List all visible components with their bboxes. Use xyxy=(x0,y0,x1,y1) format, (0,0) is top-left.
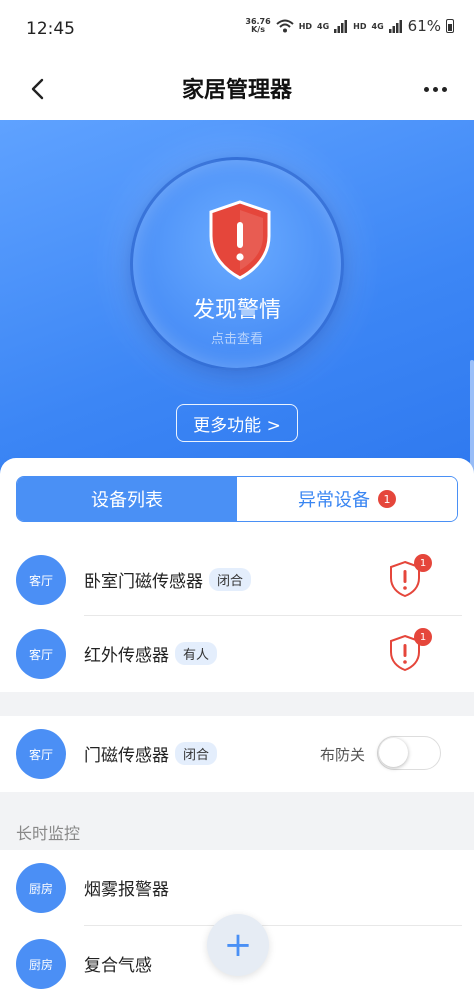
more-button[interactable] xyxy=(418,72,452,106)
add-device-button[interactable]: + xyxy=(207,914,269,976)
status-icons: 36.76 K/s HD 4G HD 4G 61% xyxy=(245,17,454,35)
device-name: 门磁传感器 闭合 xyxy=(84,741,218,766)
more-dot xyxy=(441,86,447,92)
alert-count-badge: 1 xyxy=(414,628,432,646)
alert-count-badge: 1 xyxy=(414,554,432,572)
arm-status-label: 布防关 xyxy=(320,746,366,764)
alert-status-text: 发现警情 xyxy=(192,298,281,323)
device-name: 卧室门磁传感器 闭合 xyxy=(84,567,252,592)
room-badge: 客厅 xyxy=(16,729,66,779)
network-speed: 36.76 K/s xyxy=(245,18,270,34)
device-alert-button[interactable]: 1 xyxy=(388,554,432,598)
status-tag: 有人 xyxy=(175,642,218,665)
device-name-text: 门磁传感器 xyxy=(84,746,169,766)
list-item[interactable]: 客厅 卧室门磁传感器 闭合 1 xyxy=(0,542,474,616)
device-alert-button[interactable]: 1 xyxy=(388,628,432,672)
nav-bar: 家居管理器 xyxy=(0,60,474,120)
alarm-device-list: 客厅 卧室门磁传感器 闭合 1 客厅 红外传感器 有人 1 xyxy=(0,542,474,692)
status-bar: 12:45 36.76 K/s HD 4G HD 4G 61% xyxy=(0,0,474,60)
status-tag: 闭合 xyxy=(175,742,218,765)
device-name-text: 红外传感器 xyxy=(84,646,169,666)
network-speed-unit: K/s xyxy=(251,25,265,34)
hd-label-2: HD xyxy=(353,21,367,31)
shield-alert-icon xyxy=(209,200,271,280)
page-title: 家居管理器 xyxy=(181,78,292,103)
device-name: 红外传感器 有人 xyxy=(84,641,218,666)
device-name: 烟雾报警器 xyxy=(84,880,169,900)
wifi-icon xyxy=(276,19,294,33)
list-item[interactable]: 客厅 红外传感器 有人 1 xyxy=(0,616,474,692)
signal-icon xyxy=(334,20,348,33)
tab-device-list[interactable]: 设备列表 xyxy=(17,477,237,521)
armed-device-list: 客厅 门磁传感器 闭合 布防关 xyxy=(0,716,474,792)
status-tag: 闭合 xyxy=(209,568,252,591)
device-name-text: 卧室门磁传感器 xyxy=(84,572,203,592)
abnormal-count-badge: 1 xyxy=(378,490,396,508)
tab-abnormal-devices[interactable]: 异常设备 1 xyxy=(237,477,457,521)
battery-icon xyxy=(446,19,454,33)
section-header: 长时监控 xyxy=(16,824,81,843)
alert-status-button[interactable]: 发现警情 点击查看 xyxy=(130,157,344,371)
tab-label: 异常设备 xyxy=(298,490,370,511)
tab-label: 设备列表 xyxy=(91,490,163,511)
security-hero: 发现警情 点击查看 更多功能 > xyxy=(0,120,474,550)
more-features-button[interactable]: 更多功能 > xyxy=(176,404,298,442)
room-badge: 厨房 xyxy=(16,939,66,989)
status-time: 12:45 xyxy=(26,19,75,39)
device-name: 复合气感 xyxy=(84,956,152,976)
arm-toggle[interactable] xyxy=(377,736,441,770)
tabs-card: 设备列表 异常设备 1 xyxy=(0,458,474,542)
room-badge: 客厅 xyxy=(16,629,66,679)
more-dot xyxy=(432,86,438,92)
tab-bar: 设备列表 异常设备 1 xyxy=(16,476,458,522)
hd-label-1: HD xyxy=(298,21,313,31)
toggle-knob xyxy=(379,738,408,767)
alert-hint-text: 点击查看 xyxy=(210,332,263,347)
signal-icon xyxy=(388,20,402,33)
room-badge: 厨房 xyxy=(16,863,66,913)
battery-percent: 61% xyxy=(407,17,441,35)
network-type-2: 4G xyxy=(371,21,384,31)
room-badge: 客厅 xyxy=(16,555,66,605)
page: 12:45 36.76 K/s HD 4G HD 4G 61% 家居管理器 发现… xyxy=(0,0,474,1000)
network-type-1: 4G xyxy=(317,21,330,31)
more-dot xyxy=(423,86,429,92)
list-item[interactable]: 客厅 门磁传感器 闭合 布防关 xyxy=(0,716,474,792)
